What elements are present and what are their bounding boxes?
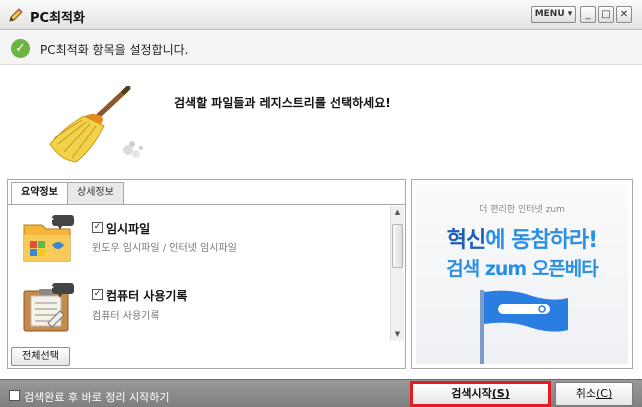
instruction-text: 검색할 파일들과 레지스트리를 선택하세요! <box>174 96 391 110</box>
ad-content: 더 편리한 인터넷 zum 혁신에 동참하라! 검색 zum 오픈베타 <box>416 184 628 364</box>
badge-dots: ... <box>44 213 55 223</box>
usage-history-checkbox[interactable]: ✓ <box>92 289 103 300</box>
pencil-icon <box>9 8 23 22</box>
select-all-button[interactable]: 전체선택 <box>11 347 70 366</box>
item-title: 임시파일 <box>106 222 151 236</box>
start-label: 검색시작 <box>451 387 492 400</box>
start-search-button[interactable]: 검색시작(S) <box>410 381 551 407</box>
ad-headline-strong: 혁신 <box>446 228 486 253</box>
start-shortcut: (S) <box>491 387 510 400</box>
status-bar: ✓ PC최적화 항목을 설정합니다. <box>0 31 642 65</box>
maximize-button[interactable]: □ <box>598 6 614 23</box>
broom-icon <box>49 86 143 163</box>
flag-icon <box>480 290 568 364</box>
ad-headline-rest: 에 동참하라! <box>485 228 598 253</box>
cancel-button[interactable]: 취소(C) <box>555 382 633 406</box>
badge-dots: ... <box>44 281 55 291</box>
window-title: PC최적화 <box>30 11 85 26</box>
ad-subtitle: 더 편리한 인터넷 zum <box>479 205 565 215</box>
item-list: ... ✓ 임시파일 윈도우 임시파일 / 인터넷 임시파일 ... ✓ 컴퓨터… <box>10 205 403 341</box>
items-panel: 요약정보 상세정보 ... ✓ 임시파일 윈도우 임시파일 / 인터넷 임시파일 <box>7 179 406 369</box>
auto-clean-label[interactable]: 검색완료 후 바로 정리 시작하기 <box>24 389 170 405</box>
item-desc: 컴퓨터 사용기록 <box>92 311 160 322</box>
close-button[interactable]: ✕ <box>616 6 632 23</box>
auto-clean-checkbox[interactable] <box>9 390 20 401</box>
item-title: 컴퓨터 사용기록 <box>106 289 188 303</box>
list-item-temp-files[interactable]: ... ✓ 임시파일 윈도우 임시파일 / 인터넷 임시파일 <box>10 207 390 269</box>
minimize-button[interactable]: _ <box>580 6 596 23</box>
cancel-label: 취소 <box>575 387 596 400</box>
chevron-down-icon: ▾ <box>567 9 573 19</box>
menu-label: MENU <box>534 9 565 19</box>
list-scrollbar[interactable]: ▲ ▼ <box>390 206 404 341</box>
scroll-thumb[interactable] <box>392 224 403 268</box>
tab-details[interactable]: 상세정보 <box>67 182 124 204</box>
check-icon: ✓ <box>11 39 30 58</box>
list-item-usage-history[interactable]: ... ✓ 컴퓨터 사용기록 컴퓨터 사용기록 <box>10 275 390 337</box>
ad-tagline: 검색 zum 오픈베타 <box>446 258 599 280</box>
item-desc: 윈도우 임시파일 / 인터넷 임시파일 <box>92 243 237 254</box>
scroll-up-icon[interactable]: ▲ <box>391 206 404 218</box>
status-text: PC최적화 항목을 설정합니다. <box>40 43 189 57</box>
cancel-shortcut: (C) <box>595 387 613 400</box>
ad-banner[interactable]: 더 편리한 인터넷 zum 혁신에 동참하라! 검색 zum 오픈베타 <box>411 179 633 369</box>
title-bar: PC최적화 MENU ▾ _ □ ✕ <box>0 0 642 30</box>
ad-headline: 혁신에 동참하라! <box>416 222 628 254</box>
scroll-down-icon[interactable]: ▼ <box>391 328 404 340</box>
tab-summary[interactable]: 요약정보 <box>11 182 68 205</box>
menu-button[interactable]: MENU ▾ <box>531 6 576 23</box>
temp-files-checkbox[interactable]: ✓ <box>92 222 103 233</box>
